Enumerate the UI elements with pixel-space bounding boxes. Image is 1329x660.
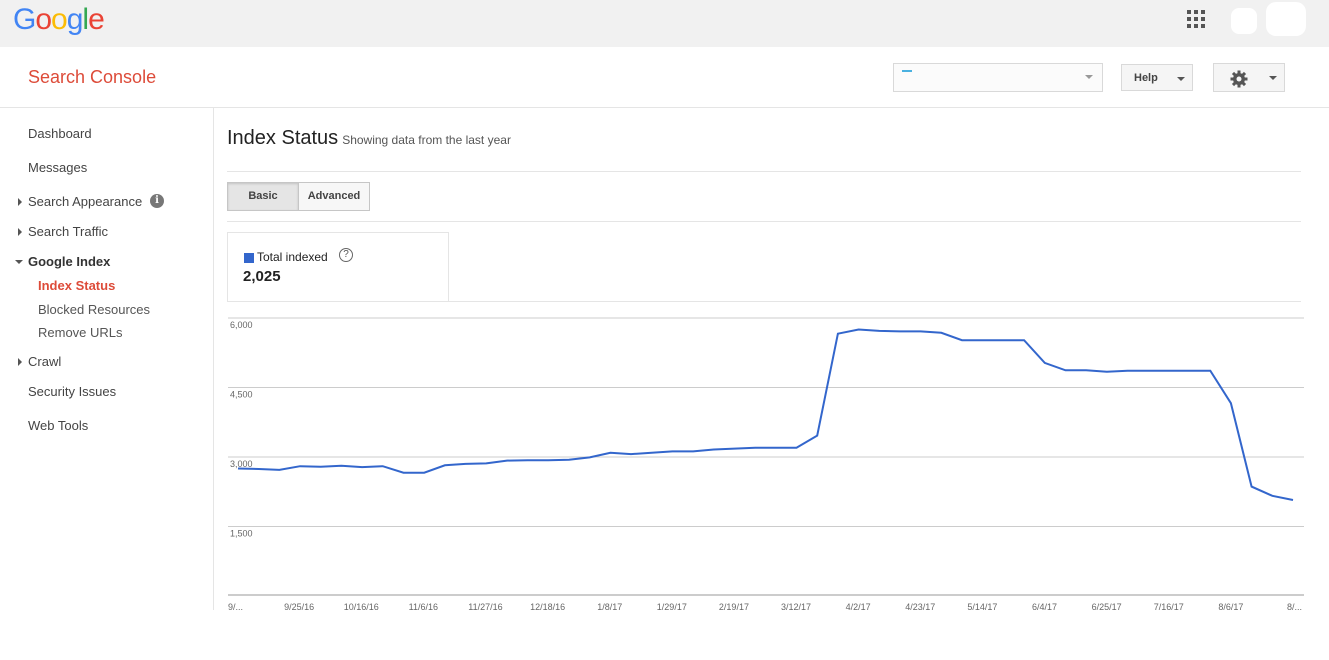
data-point[interactable] xyxy=(276,467,282,473)
data-point[interactable] xyxy=(442,462,448,468)
data-point[interactable] xyxy=(980,337,986,343)
data-point[interactable] xyxy=(711,447,717,453)
data-point[interactable] xyxy=(607,450,613,456)
data-point[interactable] xyxy=(1083,367,1089,373)
data-point[interactable] xyxy=(690,448,696,454)
x-tick-label: 3/12/17 xyxy=(781,602,811,612)
x-tick-label: 10/16/16 xyxy=(344,602,379,612)
data-point[interactable] xyxy=(876,328,882,334)
x-tick-label: 4/2/17 xyxy=(846,602,871,612)
x-tick-label: 11/27/16 xyxy=(468,602,502,612)
y-tick-label: 1,500 xyxy=(230,529,253,539)
x-tick-label: 4/23/17 xyxy=(905,602,935,612)
x-tick-label: 12/18/16 xyxy=(530,602,565,612)
data-point[interactable] xyxy=(1290,497,1296,503)
data-point[interactable] xyxy=(1166,368,1172,374)
y-tick-label: 6,000 xyxy=(230,320,253,330)
data-point[interactable] xyxy=(752,445,758,451)
index-status-chart: 6,000 4,500 3,000 1,500 9/... 9/25/16 10/16/16… xyxy=(228,317,1304,612)
data-point[interactable] xyxy=(545,457,551,463)
data-point[interactable] xyxy=(1042,360,1048,366)
data-point[interactable] xyxy=(235,466,241,472)
x-tick-label: 9/... xyxy=(228,602,243,612)
data-point[interactable] xyxy=(669,448,675,454)
data-point[interactable] xyxy=(1021,337,1027,343)
data-point[interactable] xyxy=(483,460,489,466)
data-point[interactable] xyxy=(649,450,655,456)
data-point[interactable] xyxy=(814,433,820,439)
x-tick-label: 5/14/17 xyxy=(967,602,997,612)
data-point[interactable] xyxy=(318,464,324,470)
data-point[interactable] xyxy=(794,445,800,451)
data-point[interactable] xyxy=(359,464,365,470)
data-point[interactable] xyxy=(628,451,634,457)
data-point[interactable] xyxy=(1125,368,1131,374)
data-point[interactable] xyxy=(1228,400,1234,406)
x-tick-label: 11/6/16 xyxy=(409,602,438,612)
data-point[interactable] xyxy=(856,327,862,333)
data-point[interactable] xyxy=(959,337,965,343)
data-point[interactable] xyxy=(1145,368,1151,374)
data-point[interactable] xyxy=(1269,493,1275,499)
x-tick-label: 6/25/17 xyxy=(1092,602,1122,612)
data-point[interactable] xyxy=(587,454,593,460)
data-point[interactable] xyxy=(297,463,303,469)
data-point[interactable] xyxy=(1249,484,1255,490)
y-tick-label: 3,000 xyxy=(230,459,253,469)
data-point[interactable] xyxy=(938,330,944,336)
data-point[interactable] xyxy=(525,457,531,463)
data-point[interactable] xyxy=(897,328,903,334)
data-point[interactable] xyxy=(338,463,344,469)
data-point[interactable] xyxy=(1000,337,1006,343)
data-point[interactable] xyxy=(1062,367,1068,373)
data-point[interactable] xyxy=(566,457,572,463)
data-point[interactable] xyxy=(380,463,386,469)
data-point[interactable] xyxy=(731,446,737,452)
series-line-total-indexed[interactable] xyxy=(237,328,1294,501)
data-point[interactable] xyxy=(463,461,469,467)
data-point[interactable] xyxy=(1104,369,1110,375)
data-point[interactable] xyxy=(256,466,262,472)
data-point[interactable] xyxy=(918,328,924,334)
y-tick-label: 4,500 xyxy=(230,390,253,400)
data-point[interactable] xyxy=(400,470,406,476)
x-tick-label: 7/16/17 xyxy=(1154,602,1184,612)
x-tick-label: 2/19/17 xyxy=(719,602,749,612)
x-tick-label: 1/8/17 xyxy=(597,602,622,612)
data-point[interactable] xyxy=(1207,368,1213,374)
x-tick-label: 8/6/17 xyxy=(1218,602,1243,612)
data-point[interactable] xyxy=(773,445,779,451)
data-point[interactable] xyxy=(504,458,510,464)
data-point[interactable] xyxy=(835,331,841,337)
x-tick-label: 1/29/17 xyxy=(657,602,687,612)
x-tick-label: 6/4/17 xyxy=(1032,602,1057,612)
x-tick-label: 8/... xyxy=(1287,602,1302,612)
x-tick-label: 9/25/16 xyxy=(284,602,314,612)
data-point[interactable] xyxy=(421,470,427,476)
data-point[interactable] xyxy=(1187,368,1193,374)
